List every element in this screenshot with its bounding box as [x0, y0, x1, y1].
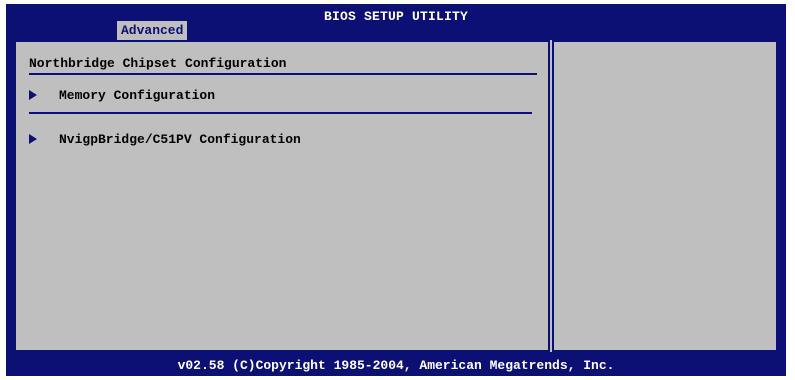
submenu-arrow-icon: [29, 90, 37, 100]
item-divider: [29, 112, 532, 114]
menu-item-nvigpbridge-configuration[interactable]: NvigpBridge/C51PV Configuration: [29, 131, 301, 149]
submenu-arrow-icon: [29, 134, 37, 144]
menu-item-label: NvigpBridge/C51PV Configuration: [59, 132, 301, 147]
section-divider: [29, 73, 537, 75]
main-panel: Northbridge Chipset Configuration Memory…: [14, 40, 550, 352]
copyright-footer: v02.58 (C)Copyright 1985-2004, American …: [177, 358, 615, 373]
tab-advanced[interactable]: Advanced: [117, 21, 188, 41]
help-panel: [552, 40, 778, 352]
bios-screen: BIOS SETUP UTILITY Advanced Northbridge …: [6, 4, 786, 376]
menu-item-memory-configuration[interactable]: Memory Configuration: [29, 87, 215, 105]
menu-item-label: Memory Configuration: [59, 88, 216, 103]
section-title: Northbridge Chipset Configuration: [29, 56, 287, 71]
content-area: Northbridge Chipset Configuration Memory…: [14, 40, 778, 352]
